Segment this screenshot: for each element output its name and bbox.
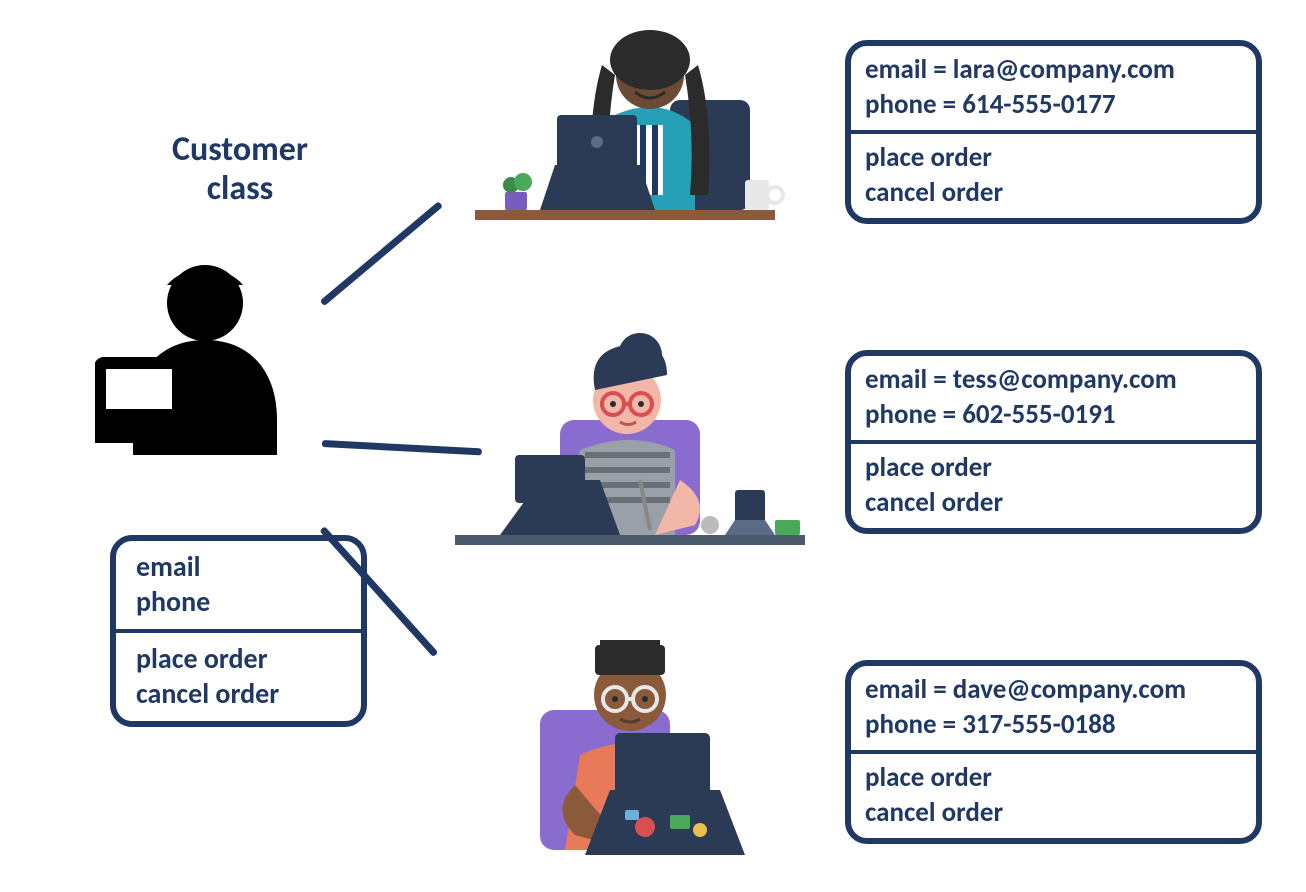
- instance-methods: place order cancel order: [851, 134, 1256, 218]
- class-attr-phone: phone: [136, 584, 341, 619]
- instance-box-tess: email = tess@company.com phone = 602-555…: [845, 350, 1262, 534]
- class-definition-box: email phone place order cancel order: [110, 535, 367, 727]
- instance-phone: phone = 614-555-0177: [865, 87, 1242, 122]
- diagram-title: Customer class: [140, 130, 340, 208]
- class-methods-section: place order cancel order: [116, 633, 361, 721]
- instance-method-cancel-order: cancel order: [865, 175, 1242, 210]
- title-line1: Customer: [172, 129, 308, 170]
- instance-methods: place order cancel order: [851, 444, 1256, 528]
- instance-attributes: email = dave@company.com phone = 317-555…: [851, 666, 1256, 750]
- instance-phone: phone = 602-555-0191: [865, 397, 1242, 432]
- class-method-cancel-order: cancel order: [136, 676, 341, 711]
- instance-method-cancel-order: cancel order: [865, 485, 1242, 520]
- instance-box-lara: email = lara@company.com phone = 614-555…: [845, 40, 1262, 224]
- person-illustration-lara: [445, 20, 805, 230]
- instance-email: email = lara@company.com: [865, 52, 1242, 87]
- title-line2: class: [207, 168, 274, 209]
- instance-attributes: email = lara@company.com phone = 614-555…: [851, 46, 1256, 130]
- instance-box-dave: email = dave@company.com phone = 317-555…: [845, 660, 1262, 844]
- person-illustration-dave: [505, 615, 825, 865]
- instance-phone: phone = 317-555-0188: [865, 707, 1242, 742]
- instance-method-place-order: place order: [865, 450, 1242, 485]
- instance-method-cancel-order: cancel order: [865, 795, 1242, 830]
- customer-class-silhouette-icon: [95, 245, 315, 465]
- class-method-place-order: place order: [136, 641, 341, 676]
- instance-email: email = dave@company.com: [865, 672, 1242, 707]
- instance-method-place-order: place order: [865, 760, 1242, 795]
- instance-email: email = tess@company.com: [865, 362, 1242, 397]
- instance-method-place-order: place order: [865, 140, 1242, 175]
- instance-methods: place order cancel order: [851, 754, 1256, 838]
- connector-line: [320, 201, 443, 306]
- person-illustration-tess: [445, 320, 815, 550]
- class-attributes-section: email phone: [116, 541, 361, 629]
- instance-attributes: email = tess@company.com phone = 602-555…: [851, 356, 1256, 440]
- class-attr-email: email: [136, 549, 341, 584]
